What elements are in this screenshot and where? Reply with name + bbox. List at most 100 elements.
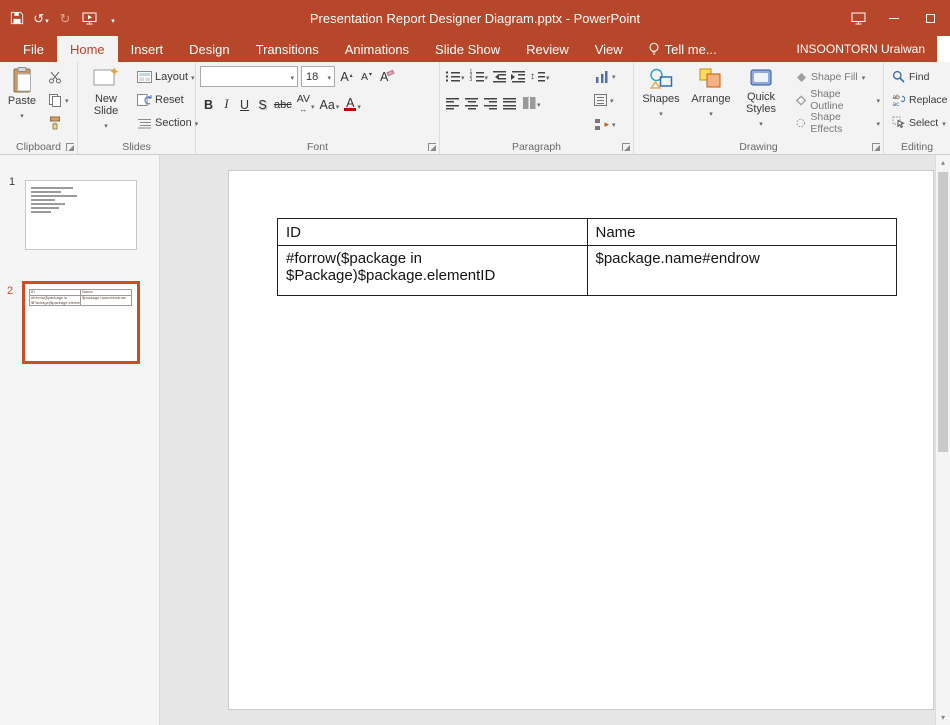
tabrow-corner-box <box>937 36 950 62</box>
scroll-down-arrow[interactable] <box>936 710 950 725</box>
new-slide-icon <box>93 67 119 91</box>
svg-text:ac: ac <box>893 101 901 106</box>
bullets-button[interactable] <box>444 66 466 86</box>
table-header-id[interactable]: ID <box>278 219 588 246</box>
slide-editor-area[interactable]: ID Name #forrow($package in $Package)$pa… <box>160 155 935 725</box>
redo-button[interactable] <box>54 5 76 31</box>
italic-letter: I <box>224 97 228 112</box>
align-left-button[interactable] <box>444 96 461 111</box>
user-account[interactable]: INSOONTORN Uraiwan <box>797 36 937 62</box>
format-painter-button[interactable] <box>45 111 72 134</box>
tab-review[interactable]: Review <box>513 36 582 62</box>
justify-button[interactable] <box>501 96 518 111</box>
tab-design[interactable]: Design <box>176 36 242 62</box>
paste-button[interactable]: Paste <box>2 64 42 138</box>
increase-indent-icon <box>511 70 526 83</box>
save-button[interactable] <box>6 5 28 31</box>
table-cell-name[interactable]: $package.name#endrow <box>587 246 897 296</box>
cut-button[interactable] <box>45 65 72 88</box>
shape-outline-button[interactable]: Shape Outline <box>792 90 883 109</box>
replace-button[interactable]: abac Replace <box>889 90 950 109</box>
shape-fill-button[interactable]: Shape Fill <box>792 67 883 86</box>
scroll-up-arrow[interactable] <box>936 155 950 170</box>
chevron-down-icon <box>709 107 713 119</box>
tell-me-box[interactable]: Tell me... <box>636 36 729 62</box>
maximize-button[interactable] <box>912 0 948 36</box>
text-shadow-button[interactable]: S <box>254 94 271 115</box>
decrease-font-letter: A <box>361 71 368 83</box>
slide-thumbnail-1[interactable] <box>25 180 137 250</box>
shapes-button[interactable]: Shapes <box>636 64 686 138</box>
decrease-font-size-button[interactable]: A <box>358 66 375 87</box>
find-button[interactable]: Find <box>889 67 950 86</box>
powerpoint-window: Presentation Report Designer Diagram.ppt… <box>0 0 950 725</box>
align-right-button[interactable] <box>482 96 499 111</box>
customize-quick-access-button[interactable] <box>102 5 124 31</box>
arrange-button[interactable]: Arrange <box>686 64 736 138</box>
tab-slide-show[interactable]: Slide Show <box>422 36 513 62</box>
display-settings-button[interactable] <box>840 0 876 36</box>
decrease-indent-button[interactable] <box>491 69 508 84</box>
quick-access-toolbar <box>6 0 124 36</box>
slide-table[interactable]: ID Name #forrow($package in $Package)$pa… <box>277 218 897 296</box>
chevron-down-icon <box>336 98 340 112</box>
numbering-button[interactable] <box>468 66 490 86</box>
clear-formatting-button[interactable]: A <box>378 66 398 87</box>
table-header-name[interactable]: Name <box>587 219 897 246</box>
align-center-button[interactable] <box>463 96 480 111</box>
chevron-down-icon <box>876 117 880 129</box>
slideshow-icon <box>82 12 97 25</box>
quick-styles-label: Quick Styles <box>738 91 784 115</box>
tab-transitions[interactable]: Transitions <box>243 36 332 62</box>
find-icon <box>892 70 905 83</box>
group-font: 18 A A A B I U S <box>196 62 440 154</box>
copy-button[interactable] <box>45 88 72 111</box>
strikethrough-button[interactable]: abc <box>272 94 294 115</box>
section-icon <box>137 117 152 129</box>
tab-view[interactable]: View <box>582 36 636 62</box>
tab-file[interactable]: File <box>10 36 57 62</box>
tab-animations[interactable]: Animations <box>332 36 422 62</box>
chevron-down-icon <box>311 98 315 112</box>
scrollbar-thumb[interactable] <box>938 172 948 452</box>
columns-button[interactable] <box>520 93 542 113</box>
underline-button[interactable]: U <box>236 94 253 115</box>
vertical-scrollbar[interactable] <box>935 155 950 725</box>
select-button[interactable]: Select <box>889 113 950 132</box>
font-size-select[interactable]: 18 <box>301 66 335 87</box>
align-text-button[interactable] <box>592 89 618 111</box>
convert-to-smartart-button[interactable] <box>592 113 618 135</box>
font-name-select[interactable] <box>200 66 298 87</box>
drawing-big-buttons: Shapes Arrange Quick Styles <box>636 64 786 138</box>
increase-indent-button[interactable] <box>510 69 527 84</box>
quick-styles-button[interactable]: Quick Styles <box>736 64 786 138</box>
change-case-button[interactable]: Aa <box>318 94 342 115</box>
slide-thumbnail-2[interactable]: ID Name #forrow($package in $Package)$pa… <box>22 281 140 364</box>
shape-effects-icon <box>795 117 806 129</box>
line-spacing-button[interactable] <box>529 66 551 86</box>
tab-home[interactable]: Home <box>57 36 118 62</box>
undo-button[interactable] <box>30 5 52 31</box>
underline-letter: U <box>240 98 249 112</box>
new-slide-button[interactable]: New Slide <box>82 64 130 138</box>
shape-effects-button[interactable]: Shape Effects <box>792 113 883 132</box>
slide-canvas[interactable]: ID Name #forrow($package in $Package)$pa… <box>228 170 934 710</box>
tab-insert[interactable]: Insert <box>118 36 177 62</box>
italic-button[interactable]: I <box>218 94 235 115</box>
paragraph-row-2 <box>444 93 542 113</box>
increase-font-size-button[interactable]: A <box>338 66 355 87</box>
reset-button[interactable]: Reset <box>134 89 201 110</box>
section-button[interactable]: Section <box>134 112 201 133</box>
text-direction-button[interactable] <box>592 65 618 87</box>
start-from-beginning-button[interactable] <box>78 5 100 31</box>
bold-button[interactable]: B <box>200 94 217 115</box>
layout-button[interactable]: Layout <box>134 66 201 87</box>
table-cell-id[interactable]: #forrow($package in $Package)$package.el… <box>278 246 588 296</box>
svg-text:ab: ab <box>893 94 901 101</box>
font-color-button[interactable]: A <box>342 94 363 115</box>
minimize-button[interactable] <box>876 0 912 36</box>
slide-thumbnail-panel[interactable]: 1 2 ID Name <box>0 155 160 725</box>
paragraph-right-buttons <box>592 65 618 135</box>
chevron-down-icon <box>612 70 616 82</box>
character-spacing-button[interactable]: AV <box>295 94 317 115</box>
